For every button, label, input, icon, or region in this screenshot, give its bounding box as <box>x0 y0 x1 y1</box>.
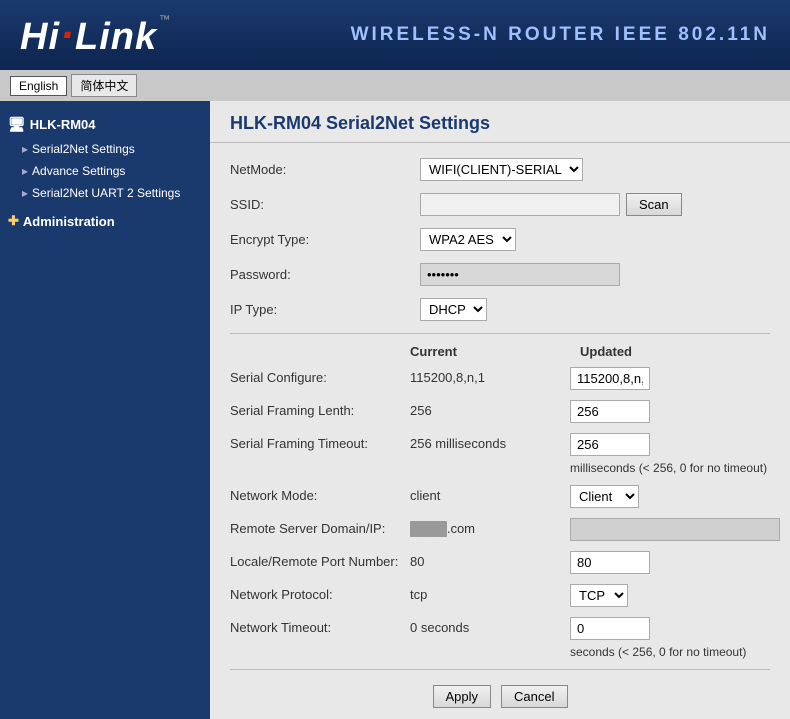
sidebar-serial2net-label: Serial2Net Settings <box>32 142 135 156</box>
remote-server-updated <box>570 518 780 541</box>
serial-configure-row: Serial Configure: 115200,8,n,1 <box>230 367 770 390</box>
device-icon: 🖥 <box>8 116 26 133</box>
col-updated: Updated <box>580 344 632 359</box>
serial-configure-label: Serial Configure: <box>230 367 410 385</box>
lang-bar: English 简体中文 <box>0 70 790 101</box>
sidebar-uart2-label: Serial2Net UART 2 Settings <box>32 186 180 200</box>
plus-icon-admin: ✚ <box>8 213 19 229</box>
arrow-icon-uart2: ▸ <box>22 186 28 200</box>
sidebar-item-admin[interactable]: ✚ Administration <box>0 208 210 234</box>
sidebar-admin-label: Administration <box>23 214 115 229</box>
sidebar-item-device[interactable]: 🖥 HLK-RM04 <box>0 111 210 138</box>
encrypt-control: WPA2 AES WPA AES WEP NONE <box>420 228 516 251</box>
network-protocol-current: tcp <box>410 584 570 602</box>
form-container: NetMode: WIFI(CLIENT)-SERIAL WIFI(AP)-SE… <box>210 143 790 719</box>
port-number-current: 80 <box>410 551 570 569</box>
port-number-updated <box>570 551 650 574</box>
port-number-row: Locale/Remote Port Number: 80 <box>230 551 770 574</box>
network-timeout-hint: seconds (< 256, 0 for no timeout) <box>570 645 746 659</box>
network-timeout-input[interactable] <box>570 617 650 640</box>
password-input[interactable] <box>420 263 620 286</box>
sidebar-item-advance[interactable]: ▸ Advance Settings <box>0 160 210 182</box>
serial-framing-timeout-hint: milliseconds (< 256, 0 for no timeout) <box>570 461 767 475</box>
password-row: Password: <box>230 263 770 286</box>
scan-button[interactable]: Scan <box>626 193 682 216</box>
port-number-input[interactable] <box>570 551 650 574</box>
sidebar-advance-label: Advance Settings <box>32 164 125 178</box>
encrypt-select[interactable]: WPA2 AES WPA AES WEP NONE <box>420 228 516 251</box>
network-mode-row: Network Mode: client Client Server <box>230 485 770 508</box>
form-divider <box>230 333 770 334</box>
arrow-icon-advance: ▸ <box>22 164 28 178</box>
netmode-control: WIFI(CLIENT)-SERIAL WIFI(AP)-SERIAL SERI… <box>420 158 583 181</box>
network-protocol-select[interactable]: TCP UDP <box>570 584 628 607</box>
logo-text: Hi·Link <box>20 14 157 56</box>
sidebar-item-serial2net[interactable]: ▸ Serial2Net Settings <box>0 138 210 160</box>
network-protocol-label: Network Protocol: <box>230 584 410 602</box>
iptype-select[interactable]: DHCP Static <box>420 298 487 321</box>
table-header: Current Updated <box>230 344 770 359</box>
iptype-label: IP Type: <box>230 302 410 317</box>
serial-configure-input[interactable] <box>570 367 650 390</box>
network-mode-label: Network Mode: <box>230 485 410 503</box>
arrow-icon-serial2net: ▸ <box>22 142 28 156</box>
remote-server-row: Remote Server Domain/IP: ████.com <box>230 518 770 541</box>
remote-server-label: Remote Server Domain/IP: <box>230 518 410 536</box>
serial-framing-timeout-updated: milliseconds (< 256, 0 for no timeout) <box>570 433 770 475</box>
network-timeout-updated: seconds (< 256, 0 for no timeout) <box>570 617 770 659</box>
encrypt-label: Encrypt Type: <box>230 232 410 247</box>
serial-framing-timeout-label: Serial Framing Timeout: <box>230 433 410 451</box>
encrypt-row: Encrypt Type: WPA2 AES WPA AES WEP NONE <box>230 228 770 251</box>
remote-server-current: ████.com <box>410 518 570 536</box>
chinese-lang-button[interactable]: 简体中文 <box>71 74 137 97</box>
serial-framing-length-row: Serial Framing Lenth: 256 <box>230 400 770 423</box>
ssid-label: SSID: <box>230 197 410 212</box>
network-timeout-row: Network Timeout: 0 seconds seconds (< 25… <box>230 617 770 659</box>
sidebar-device-label: HLK-RM04 <box>30 117 96 132</box>
serial-framing-length-label: Serial Framing Lenth: <box>230 400 410 418</box>
ssid-row: SSID: Scan <box>230 193 770 216</box>
col-current: Current <box>410 344 570 359</box>
network-mode-current: client <box>410 485 570 503</box>
logo-main: Hi·Link ™ <box>20 14 170 56</box>
netmode-row: NetMode: WIFI(CLIENT)-SERIAL WIFI(AP)-SE… <box>230 158 770 181</box>
serial-framing-length-current: 256 <box>410 400 570 418</box>
iptype-row: IP Type: DHCP Static <box>230 298 770 321</box>
apply-button[interactable]: Apply <box>433 685 492 708</box>
serial-framing-timeout-input[interactable] <box>570 433 650 456</box>
remote-server-input[interactable] <box>570 518 780 541</box>
port-number-label: Locale/Remote Port Number: <box>230 551 410 569</box>
serial-configure-current: 115200,8,n,1 <box>410 367 570 385</box>
serial-framing-length-updated <box>570 400 650 423</box>
sidebar-item-uart2[interactable]: ▸ Serial2Net UART 2 Settings <box>0 182 210 204</box>
page-title: HLK-RM04 Serial2Net Settings <box>210 101 790 143</box>
main-layout: 🖥 HLK-RM04 ▸ Serial2Net Settings ▸ Advan… <box>0 101 790 719</box>
ssid-control: Scan <box>420 193 682 216</box>
netmode-select[interactable]: WIFI(CLIENT)-SERIAL WIFI(AP)-SERIAL SERI… <box>420 158 583 181</box>
netmode-label: NetMode: <box>230 162 410 177</box>
network-timeout-label: Network Timeout: <box>230 617 410 635</box>
cancel-button[interactable]: Cancel <box>501 685 567 708</box>
serial-configure-updated <box>570 367 650 390</box>
serial-framing-timeout-row: Serial Framing Timeout: 256 milliseconds… <box>230 433 770 475</box>
trademark-text: ™ <box>159 14 170 26</box>
content-area: HLK-RM04 Serial2Net Settings NetMode: WI… <box>210 101 790 719</box>
button-row: Apply Cancel <box>230 669 770 718</box>
iptype-control: DHCP Static <box>420 298 487 321</box>
sidebar: 🖥 HLK-RM04 ▸ Serial2Net Settings ▸ Advan… <box>0 101 210 719</box>
network-mode-updated: Client Server <box>570 485 639 508</box>
logo-container: Hi·Link ™ <box>20 14 170 56</box>
network-protocol-updated: TCP UDP <box>570 584 628 607</box>
password-label: Password: <box>230 267 410 282</box>
network-protocol-row: Network Protocol: tcp TCP UDP <box>230 584 770 607</box>
serial-framing-length-input[interactable] <box>570 400 650 423</box>
network-timeout-current: 0 seconds <box>410 617 570 635</box>
password-control <box>420 263 620 286</box>
network-mode-select[interactable]: Client Server <box>570 485 639 508</box>
ssid-input[interactable] <box>420 193 620 216</box>
header: Hi·Link ™ WIRELESS-N ROUTER IEEE 802.11N <box>0 0 790 70</box>
english-lang-button[interactable]: English <box>10 76 67 96</box>
router-title: WIRELESS-N ROUTER IEEE 802.11N <box>351 24 770 46</box>
serial-framing-timeout-current: 256 milliseconds <box>410 433 570 451</box>
